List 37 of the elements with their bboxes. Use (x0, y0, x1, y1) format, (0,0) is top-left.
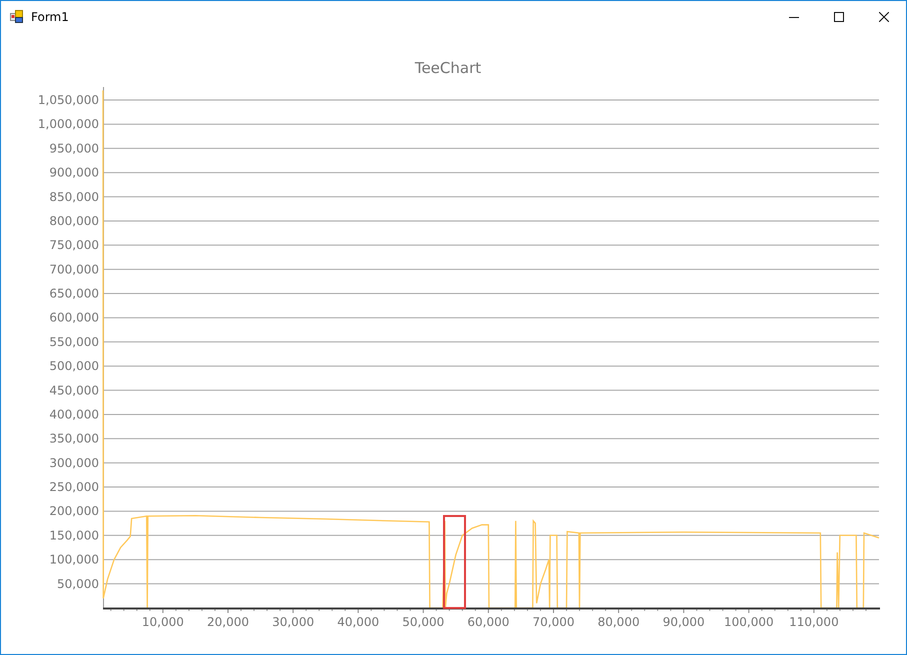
x-axis-tick-label: 90,000 (662, 615, 705, 629)
y-axis-tick-label: 500,000 (49, 359, 99, 374)
y-axis-tick-label: 350,000 (49, 432, 99, 446)
y-axis-tick-label: 300,000 (49, 456, 99, 470)
form-icon (10, 10, 24, 24)
x-axis-tick-label: 70,000 (532, 615, 574, 629)
y-axis-tick-label: 250,000 (49, 480, 99, 494)
y-axis-tick-label: 800,000 (49, 214, 99, 228)
y-axis-tick-label: 650,000 (49, 286, 99, 301)
x-axis-tick-label: 100,000 (724, 615, 774, 629)
y-axis-tick-label: 150,000 (49, 528, 99, 542)
y-axis-tick-label: 900,000 (49, 166, 99, 180)
x-axis-tick-label: 60,000 (467, 615, 510, 629)
x-axis-tick-label: 80,000 (598, 615, 640, 629)
y-axis-tick-label: 450,000 (49, 383, 99, 398)
chart-title: TeeChart (414, 59, 482, 77)
y-axis-tick-label: 1,000,000 (38, 117, 99, 132)
y-axis-tick-label: 550,000 (49, 334, 99, 349)
y-axis-tick-label: 50,000 (57, 576, 99, 591)
x-axis-tick-label: 30,000 (272, 615, 314, 629)
x-axis-tick-label: 20,000 (207, 615, 249, 629)
close-icon (878, 12, 888, 22)
x-axis-tick-label: 10,000 (142, 615, 184, 629)
maximize-icon (834, 12, 844, 22)
y-axis-tick-label: 850,000 (49, 190, 99, 204)
y-axis-tick-label: 200,000 (49, 504, 99, 518)
window-title: Form1 (31, 10, 69, 24)
y-axis-tick-label: 700,000 (49, 262, 99, 276)
x-axis-tick-label: 40,000 (337, 615, 380, 629)
y-axis-tick-label: 400,000 (49, 408, 99, 422)
y-axis-tick-label: 600,000 (49, 310, 99, 325)
y-axis-tick-label: 950,000 (49, 141, 99, 156)
y-axis-tick-label: 100,000 (49, 552, 99, 567)
y-axis-tick-label: 1,050,000 (38, 93, 99, 108)
x-axis-tick-label: 110,000 (789, 615, 839, 629)
x-axis-tick-label: 50,000 (402, 615, 444, 629)
y-axis-tick-label: 750,000 (49, 238, 99, 252)
